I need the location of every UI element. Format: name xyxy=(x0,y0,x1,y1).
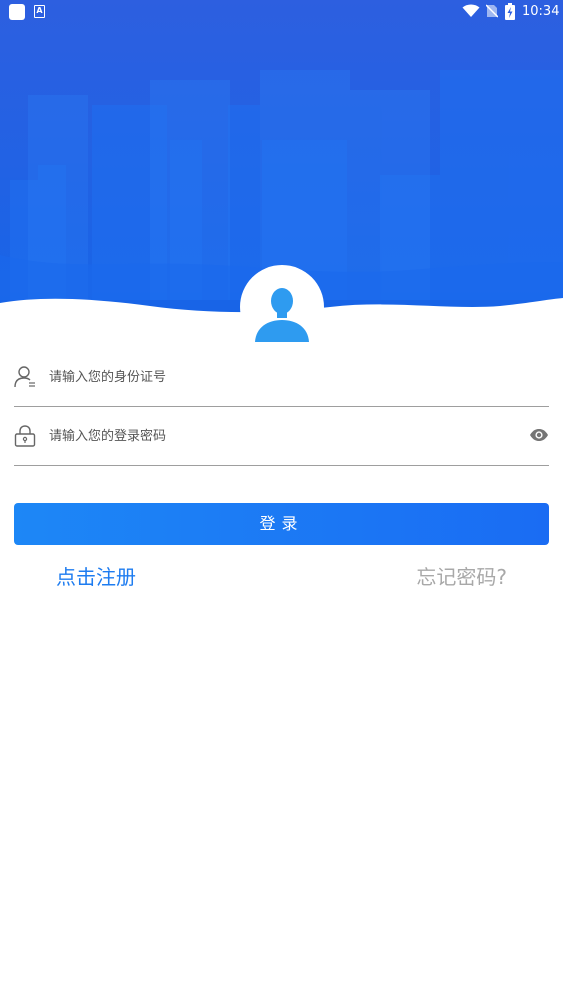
status-time: 10:34 xyxy=(522,4,560,19)
user-id-icon xyxy=(14,366,35,388)
user-silhouette-icon xyxy=(255,288,309,342)
eye-icon[interactable] xyxy=(529,427,549,443)
lock-icon xyxy=(14,425,36,447)
id-number-input[interactable] xyxy=(49,363,509,391)
register-link[interactable]: 点击注册 xyxy=(56,563,136,591)
avatar xyxy=(240,265,324,349)
login-button[interactable]: 登录 xyxy=(14,503,549,545)
a-badge-icon: A xyxy=(34,5,45,18)
forgot-password-link[interactable]: 忘记密码? xyxy=(416,563,507,591)
wifi-icon xyxy=(462,4,480,17)
battery-charging-icon xyxy=(505,3,515,20)
app-square-icon xyxy=(9,4,25,20)
no-sim-icon xyxy=(486,4,498,18)
id-number-field-row xyxy=(14,349,549,407)
password-field-row xyxy=(14,408,549,466)
login-page: A 10:34 请输入您的身份证号 登录 点击注册 忘记密码? xyxy=(0,0,563,1002)
password-input[interactable] xyxy=(49,422,509,450)
status-bar: A 10:34 xyxy=(0,0,563,24)
